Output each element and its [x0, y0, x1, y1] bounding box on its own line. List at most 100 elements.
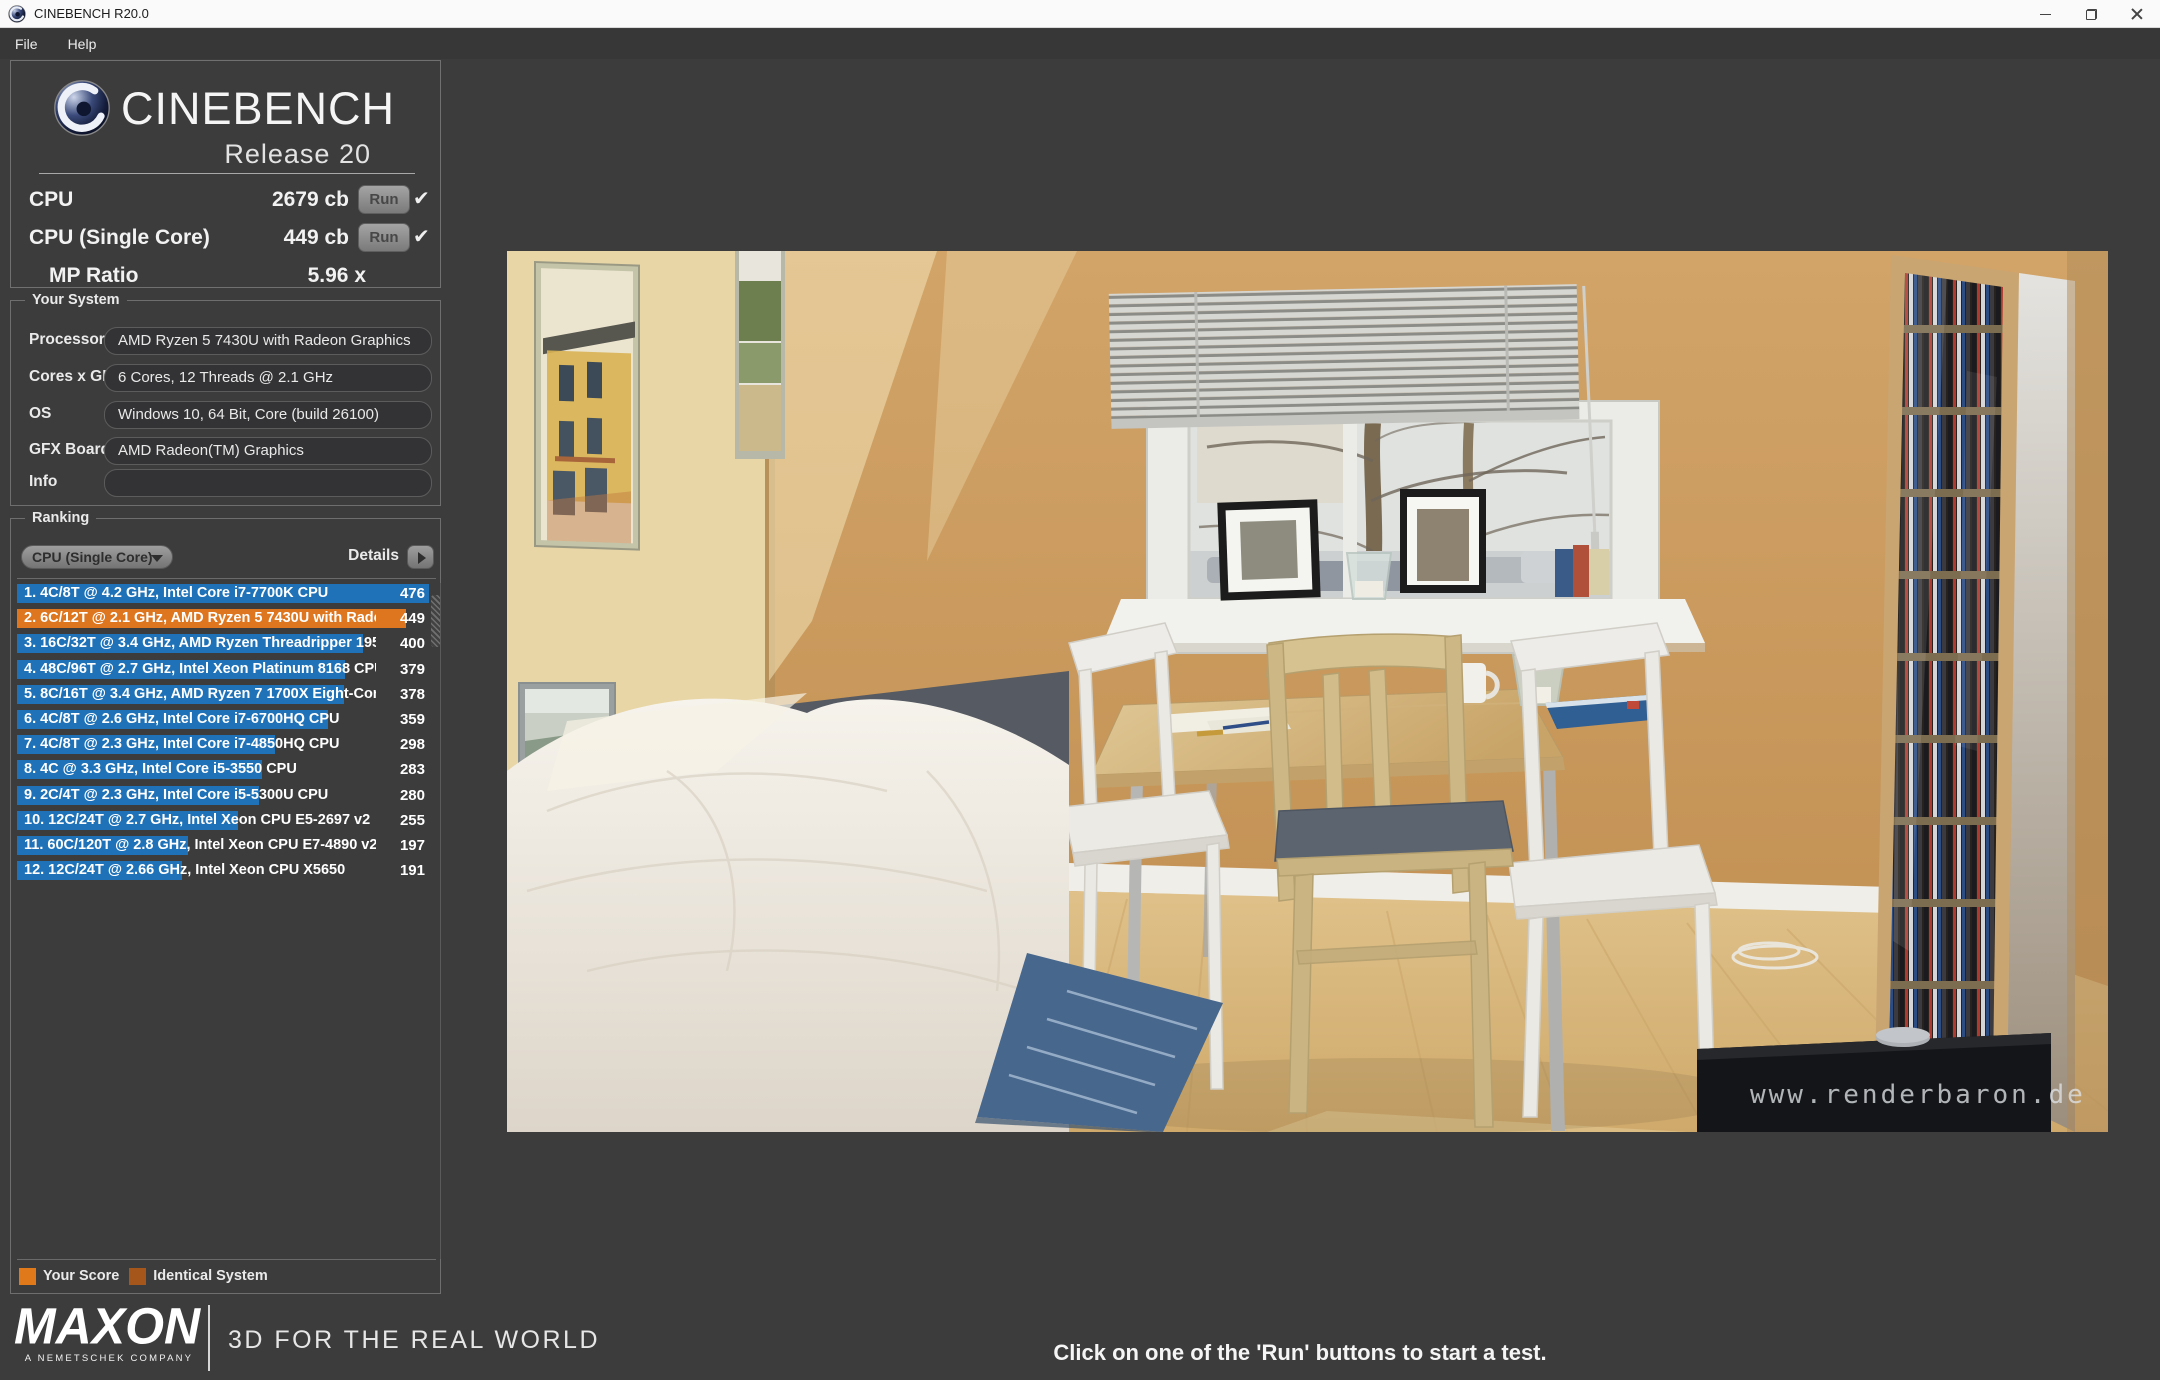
painting-watercolor	[534, 260, 640, 551]
single-core-score-value: 449 cb	[283, 226, 349, 249]
cinema4d-app-icon	[8, 4, 26, 23]
menu-help[interactable]: Help	[53, 29, 112, 59]
lighter	[1196, 729, 1224, 737]
ranking-row-label: 7. 4C/8T @ 2.3 GHz, Intel Core i7-4850HQ…	[24, 736, 340, 753]
run-single-core-button[interactable]: Run	[358, 223, 410, 252]
cores-ghz-value: 6 Cores, 12 Threads @ 2.1 GHz	[104, 364, 432, 392]
render-preview-image: www.renderbaron.de	[507, 251, 2108, 1132]
ranking-filter-dropdown[interactable]: CPU (Single Core)	[21, 545, 173, 569]
divider	[39, 173, 415, 174]
sill-photo-frame-left	[1217, 499, 1321, 601]
app-logo-subtitle: Release 20	[224, 139, 371, 169]
gfx-board-value: AMD Radeon(TM) Graphics	[104, 437, 432, 465]
divider	[17, 1259, 436, 1260]
ranking-row: 3. 16C/32T @ 3.4 GHz, AMD Ryzen Threadri…	[17, 634, 429, 654]
ranking-row-label: 4. 48C/96T @ 2.7 GHz, Intel Xeon Platinu…	[24, 660, 376, 677]
ranking-row-score: 476	[399, 585, 425, 602]
title-bar: CINEBENCH R20.0	[0, 0, 2160, 28]
mp-ratio-value: 5.96 x	[307, 264, 366, 287]
cinebench-logo-icon	[54, 80, 110, 136]
ranking-scrollbar-thumb[interactable]	[431, 595, 440, 647]
sill-candle-glass	[1345, 552, 1393, 600]
ranking-row-score: 359	[399, 710, 425, 728]
your-system-title: Your System	[25, 292, 127, 308]
ranking-row-label: 11. 60C/120T @ 2.8 GHz, Intel Xeon CPU E…	[24, 836, 376, 853]
details-label: Details	[348, 547, 399, 564]
legend-your-score: Your Score	[19, 1267, 120, 1285]
cpu-score-value: 2679 cb	[271, 188, 349, 211]
minimize-icon	[2039, 13, 2051, 15]
your-system-panel: Your System Processor AMD Ryzen 5 7430U …	[10, 292, 441, 506]
processor-label: Processor	[29, 331, 105, 348]
score-panel: CINEBENCH Release 20 CPU 2679 cb Run ✔ C…	[10, 60, 441, 288]
legend-identical-system: Identical System	[129, 1267, 268, 1285]
single-core-score-label: CPU (Single Core)	[29, 226, 210, 249]
os-label: OS	[29, 405, 52, 422]
ranking-row-score: 449	[399, 610, 425, 628]
render-watermark: www.renderbaron.de	[1750, 1080, 2086, 1110]
info-label: Info	[29, 473, 58, 490]
ranking-row-score: 400	[399, 635, 425, 653]
ranking-panel: Ranking CPU (Single Core) Details 1. 4C/…	[10, 510, 441, 1294]
your-score-label: Your Score	[43, 1268, 120, 1284]
gfx-board-label: GFX Board	[29, 441, 110, 458]
chevron-down-icon	[151, 555, 163, 562]
app-logo-title: CINEBENCH	[121, 83, 396, 134]
sill-photo-frame-right	[1400, 489, 1486, 593]
details-button[interactable]	[407, 545, 434, 569]
maxon-subtitle: A NEMETSCHEK COMPANY	[24, 1353, 194, 1364]
ranking-row: 1. 4C/8T @ 4.2 GHz, Intel Core i7-7700K …	[17, 584, 429, 603]
ranking-row: 7. 4C/8T @ 2.3 GHz, Intel Core i7-4850HQ…	[17, 735, 429, 755]
minimize-button[interactable]	[2022, 0, 2068, 28]
ranking-row-label: 3. 16C/32T @ 3.4 GHz, AMD Ryzen Threadri…	[24, 635, 376, 652]
ranking-row-label: 6. 4C/8T @ 2.6 GHz, Intel Core i7-6700HQ…	[24, 710, 340, 727]
ranking-row-score: 378	[399, 685, 425, 703]
identical-system-swatch	[129, 1267, 147, 1285]
os-value: Windows 10, 64 Bit, Core (build 26100)	[104, 401, 432, 429]
maxon-wordmark: MAXON	[14, 1297, 201, 1355]
maxon-logo: MAXON A NEMETSCHEK COMPANY	[14, 1297, 204, 1364]
ranking-scrollbar-track[interactable]	[433, 583, 441, 1259]
wall-corner	[2007, 273, 2075, 1132]
run-cpu-button[interactable]: Run	[358, 185, 410, 214]
cd-shelf	[1875, 255, 2019, 1099]
ranking-row-label: 1. 4C/8T @ 4.2 GHz, Intel Core i7-7700K …	[24, 585, 329, 601]
ranking-row: 12. 12C/24T @ 2.66 GHz, Intel Xeon CPU X…	[17, 861, 429, 881]
status-message: Click on one of the 'Run' buttons to sta…	[1053, 1340, 1547, 1365]
info-value	[104, 469, 432, 497]
close-icon	[2131, 8, 2143, 20]
ranking-row-score: 191	[399, 862, 425, 880]
single-core-check-icon[interactable]: ✔	[413, 224, 430, 249]
ranking-row-label: 10. 12C/24T @ 2.7 GHz, Intel Xeon CPU E5…	[24, 811, 371, 828]
footer-tagline: 3D FOR THE REAL WORLD	[228, 1326, 600, 1354]
processor-value: AMD Ryzen 5 7430U with Radeon Graphics	[104, 327, 432, 355]
ranking-row: 2. 6C/12T @ 2.1 GHz, AMD Ryzen 5 7430U w…	[17, 609, 429, 629]
chevron-right-icon	[418, 552, 426, 564]
ranking-row: 8. 4C @ 3.3 GHz, Intel Core i5-3550 CPU …	[17, 760, 429, 780]
ranking-row: 11. 60C/120T @ 2.8 GHz, Intel Xeon CPU E…	[17, 835, 429, 855]
ranking-row-label: 5. 8C/16T @ 3.4 GHz, AMD Ryzen 7 1700X E…	[24, 685, 376, 702]
ranking-row-score: 280	[399, 786, 425, 804]
identical-system-label: Identical System	[153, 1268, 268, 1284]
your-score-swatch	[19, 1267, 36, 1285]
cpu-check-icon[interactable]: ✔	[413, 186, 430, 211]
ranking-row: 5. 8C/16T @ 3.4 GHz, AMD Ryzen 7 1700X E…	[17, 684, 429, 704]
ranking-row-label: 2. 6C/12T @ 2.1 GHz, AMD Ryzen 5 7430U w…	[24, 610, 376, 627]
ranking-row-score: 197	[399, 836, 425, 854]
ranking-row-score: 298	[399, 736, 425, 754]
ranking-row-label: 12. 12C/24T @ 2.66 GHz, Intel Xeon CPU X…	[24, 862, 346, 879]
ranking-row-score: 283	[399, 761, 425, 779]
ranking-filter-value: CPU (Single Core)	[32, 549, 153, 565]
menu-bar: File Help	[0, 29, 2160, 59]
divider	[17, 578, 436, 579]
ranking-row-score: 255	[399, 811, 425, 829]
mp-ratio-label: MP Ratio	[49, 264, 139, 287]
painting-partial	[735, 251, 785, 459]
window-title: CINEBENCH R20.0	[34, 6, 149, 21]
ranking-list: 1. 4C/8T @ 4.2 GHz, Intel Core i7-7700K …	[17, 584, 429, 886]
ranking-row: 6. 4C/8T @ 2.6 GHz, Intel Core i7-6700HQ…	[17, 709, 429, 729]
close-button[interactable]	[2114, 0, 2160, 28]
restore-button[interactable]	[2068, 0, 2114, 28]
menu-file[interactable]: File	[0, 29, 53, 59]
restore-icon	[2085, 8, 2097, 20]
